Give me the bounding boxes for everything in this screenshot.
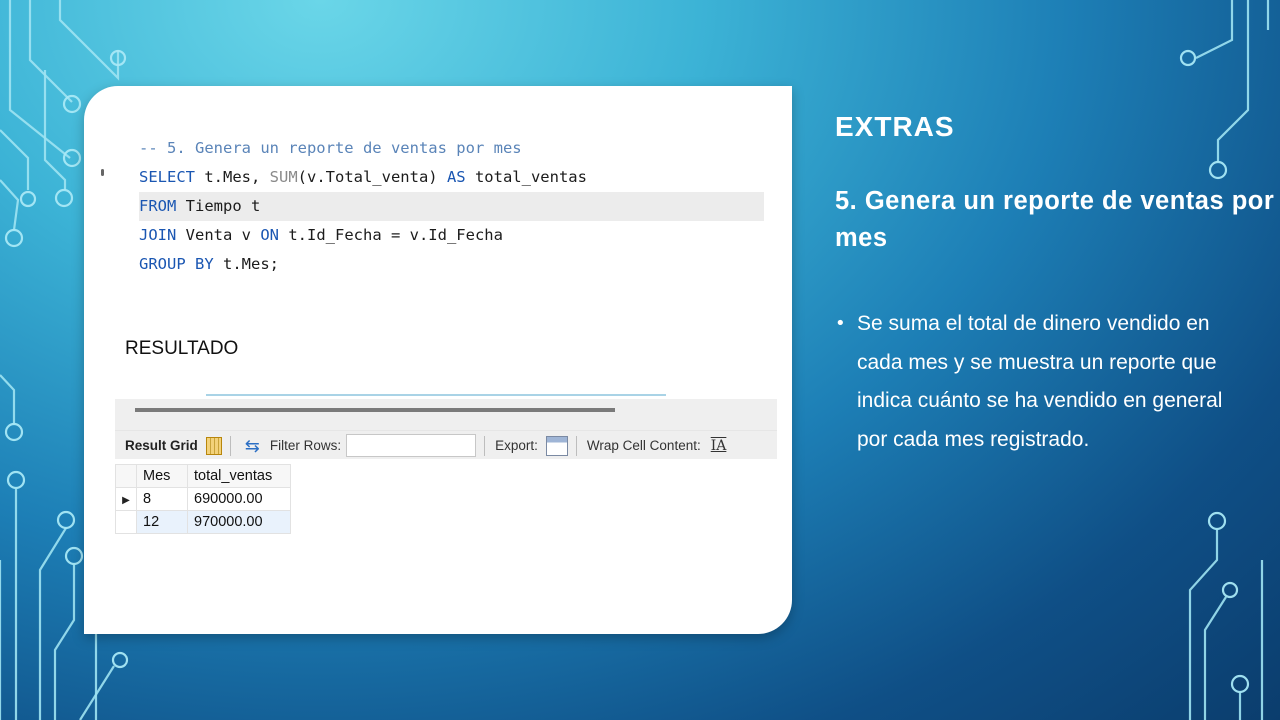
filter-rows-input[interactable] — [346, 434, 477, 457]
row-marker-header — [115, 464, 137, 488]
bullet-dot-icon: • — [835, 313, 846, 334]
table-header-row: Mes total_ventas — [115, 464, 291, 488]
result-grid-table: Mes total_ventas ▶ 8 690000.00 12 970000… — [115, 464, 291, 534]
row-marker — [115, 510, 137, 534]
result-grid-icon[interactable] — [205, 436, 222, 455]
column-header-mes[interactable]: Mes — [136, 464, 188, 488]
code-line-join: JOIN Venta v ON t.Id_Fecha = v.Id_Fecha — [139, 221, 764, 250]
sql-keyword: SELECT — [139, 168, 195, 186]
slide-subtitle: 5. Genera un reporte de ventas por mes — [835, 187, 1275, 252]
bullet-item: • Se suma el total de dinero vendido en … — [835, 305, 1255, 459]
filter-rows-label: Filter Rows: — [269, 438, 342, 453]
code-line-comment: -- 5. Genera un reporte de ventas por me… — [139, 134, 764, 163]
sql-code-block: -- 5. Genera un reporte de ventas por me… — [139, 134, 764, 279]
toolbar-separator — [575, 435, 577, 456]
code-line-groupby: GROUP BY t.Mes; — [139, 250, 764, 279]
export-icon[interactable] — [545, 435, 568, 456]
divider-line — [206, 394, 666, 396]
slide-title: EXTRAS — [835, 111, 955, 142]
refresh-icon[interactable]: ⇆ — [245, 437, 260, 455]
sql-comment: -- 5. Genera un reporte de ventas por me… — [139, 139, 522, 157]
sql-text: t.Mes, — [195, 168, 270, 186]
sql-keyword: AS — [446, 168, 466, 186]
toolbar-separator — [229, 435, 231, 456]
result-label: RESULTADO — [125, 338, 239, 359]
code-line-select: SELECT t.Mes, SUM(v.Total_venta) AS tota… — [139, 163, 764, 192]
row-pointer-icon: ▶ — [115, 487, 137, 511]
sql-keyword: FROM — [139, 197, 177, 215]
splitter-bar[interactable] — [135, 408, 615, 412]
result-toolbar-area: Result Grid ⇆ Filter Rows: Export: Wrap … — [115, 399, 777, 459]
table-row[interactable]: ▶ 8 690000.00 — [115, 487, 291, 511]
screenshot-card: -- 5. Genera un reporte de ventas por me… — [84, 86, 792, 634]
editor-gutter-marker — [101, 169, 104, 176]
sql-text: t.Id_Fecha = v.Id_Fecha — [279, 226, 503, 244]
sql-keyword: JOIN — [139, 226, 177, 244]
cell-total-ventas[interactable]: 970000.00 — [187, 510, 291, 534]
sql-keyword: ON — [260, 226, 279, 244]
sql-function: SUM — [269, 168, 298, 186]
sql-text: total_ventas — [465, 168, 587, 186]
sql-text: Tiempo t — [176, 197, 261, 215]
export-label: Export: — [495, 438, 538, 453]
cell-mes[interactable]: 12 — [136, 510, 188, 534]
bullet-text: Se suma el total de dinero vendido en ca… — [857, 312, 1223, 451]
sql-text: Venta v — [176, 226, 261, 244]
column-header-total-ventas[interactable]: total_ventas — [187, 464, 291, 488]
sql-text: t.Mes; — [213, 255, 279, 273]
cell-mes[interactable]: 8 — [136, 487, 188, 511]
table-row[interactable]: 12 970000.00 — [115, 510, 291, 534]
result-toolbar: Result Grid ⇆ Filter Rows: Export: Wrap … — [115, 430, 777, 460]
code-line-from: FROM Tiempo t — [139, 192, 764, 221]
sql-text: (v.Total_venta) — [297, 168, 447, 186]
cell-total-ventas[interactable]: 690000.00 — [187, 487, 291, 511]
result-grid-tab[interactable]: Result Grid — [125, 438, 198, 453]
sql-keyword: GROUP BY — [139, 255, 214, 273]
toolbar-separator — [484, 435, 486, 456]
wrap-cell-label: Wrap Cell Content: — [586, 438, 701, 453]
wrap-cell-icon[interactable]: IA — [711, 438, 727, 454]
